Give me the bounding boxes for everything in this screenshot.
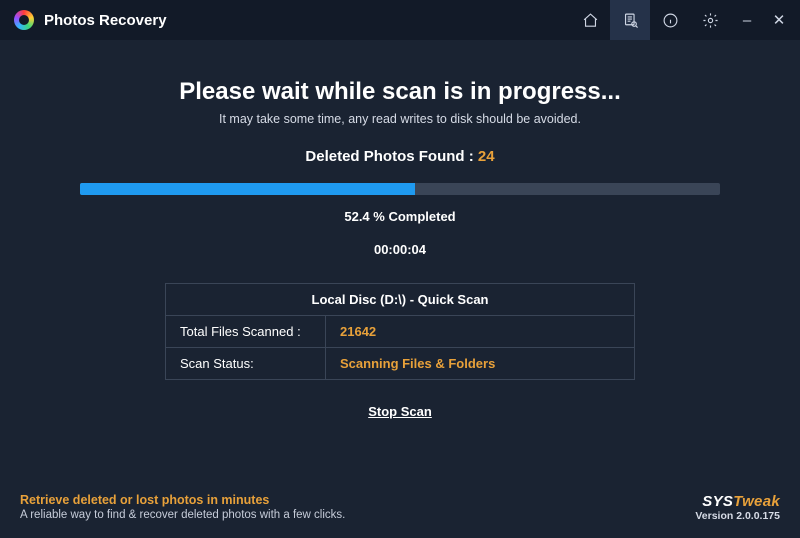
nav-icons	[570, 0, 730, 40]
files-label: Total Files Scanned :	[166, 316, 326, 347]
stop-scan-link[interactable]: Stop Scan	[368, 404, 432, 419]
status-value: Scanning Files & Folders	[326, 348, 634, 379]
window-controls: – ✕	[738, 11, 792, 29]
details-header: Local Disc (D:\) - Quick Scan	[166, 284, 634, 316]
window-minimize[interactable]: –	[738, 12, 756, 29]
scan-icon	[622, 12, 639, 29]
elapsed-time: 00:00:04	[374, 242, 426, 257]
status-label: Scan Status:	[166, 348, 326, 379]
window-close[interactable]: ✕	[770, 11, 788, 29]
brand-part1: SYS	[702, 493, 733, 510]
nav-scan[interactable]	[610, 0, 650, 40]
found-count: 24	[478, 148, 495, 165]
app-title: Photos Recovery	[44, 12, 167, 29]
gear-icon	[702, 12, 719, 29]
info-icon	[662, 12, 679, 29]
scan-subline: It may take some time, any read writes t…	[219, 112, 581, 126]
scan-details: Local Disc (D:\) - Quick Scan Total File…	[165, 283, 635, 380]
title-bar: Photos Recovery – ✕	[0, 0, 800, 40]
row-files: Total Files Scanned : 21642	[166, 316, 634, 347]
footer-tagdesc: A reliable way to find & recover deleted…	[20, 509, 345, 521]
files-value: 21642	[326, 316, 634, 347]
progress-bar	[80, 183, 720, 195]
scan-headline: Please wait while scan is in progress...	[179, 78, 621, 106]
app-logo-icon	[14, 10, 34, 30]
footer-right: SYSTweak Version 2.0.0.175	[695, 493, 780, 522]
brand-part2: Tweak	[733, 493, 780, 510]
found-label: Deleted Photos Found :	[305, 148, 478, 165]
percent-text: 52.4 % Completed	[344, 209, 455, 224]
footer-tagline: Retrieve deleted or lost photos in minut…	[20, 493, 345, 507]
home-icon	[582, 12, 599, 29]
nav-settings[interactable]	[690, 0, 730, 40]
brand-logo: SYSTweak	[695, 493, 780, 510]
main-content: Please wait while scan is in progress...…	[0, 40, 800, 484]
nav-info[interactable]	[650, 0, 690, 40]
progress-fill	[80, 183, 415, 195]
row-status: Scan Status: Scanning Files & Folders	[166, 347, 634, 379]
nav-home[interactable]	[570, 0, 610, 40]
footer: Retrieve deleted or lost photos in minut…	[0, 484, 800, 538]
found-row: Deleted Photos Found : 24	[305, 148, 494, 165]
footer-left: Retrieve deleted or lost photos in minut…	[20, 493, 345, 521]
version-text: Version 2.0.0.175	[695, 510, 780, 522]
